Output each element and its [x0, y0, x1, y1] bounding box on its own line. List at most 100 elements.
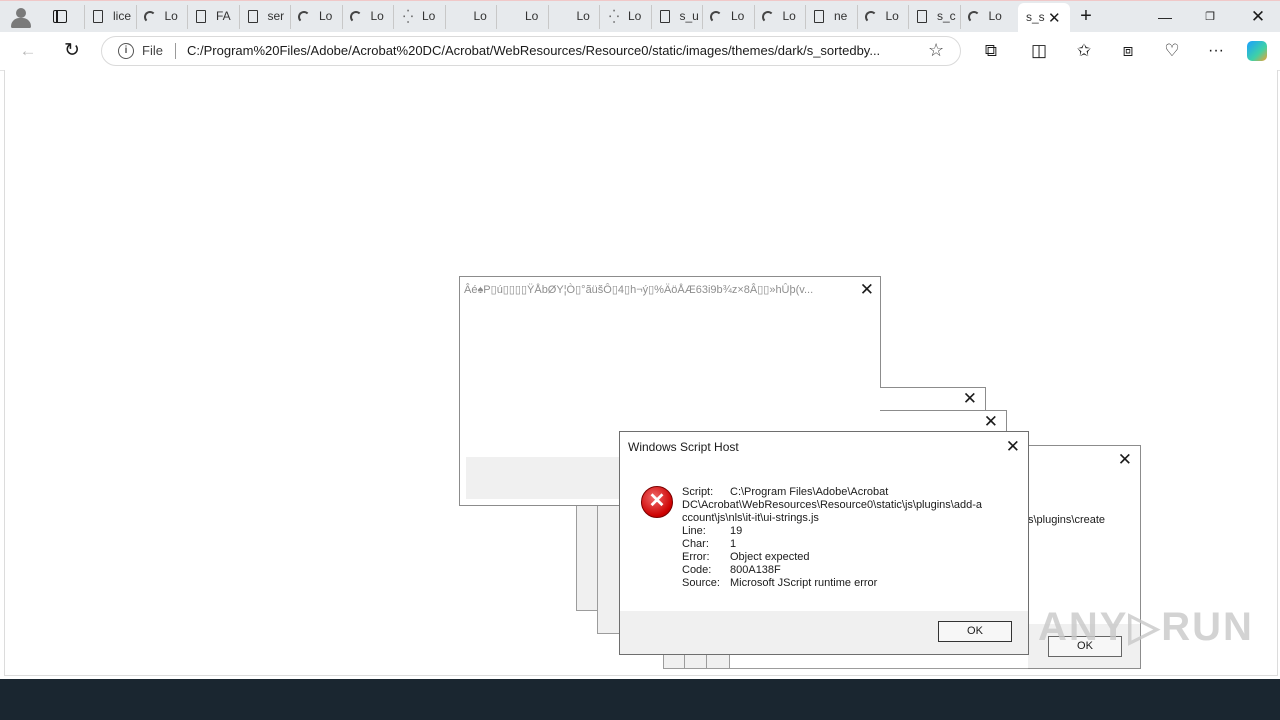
tab-label: Lo	[731, 9, 745, 23]
dialog-title: Windows Script Host	[628, 440, 739, 454]
tab-label: ser	[267, 9, 285, 23]
row-value: 19	[730, 525, 743, 537]
page-icon	[247, 10, 258, 23]
tab-item[interactable]: FA	[187, 5, 239, 29]
favorites-icon[interactable]: ✩	[1072, 40, 1096, 62]
tab-label: Lo	[885, 9, 899, 23]
loading-icon	[143, 11, 156, 23]
address-bar[interactable]: i File C:/Program%20Files/Adobe/Acrobat%…	[101, 36, 961, 66]
tab-item[interactable]: ⁛ Lo	[393, 5, 445, 29]
taskbar	[0, 679, 1280, 720]
loading-icon: ⁛	[608, 9, 620, 24]
tab-label: Lo	[370, 9, 384, 23]
loading-icon	[761, 11, 774, 23]
new-tab-plus-icon[interactable]: +	[1074, 5, 1098, 29]
garbled-dialog-title: Âé♠P▯ú▯▯▯▯ŸÅbØY¦Ò▯°ãüš̌Ô▯4▯h¬ý▯%ÄöÅÆ63i9…	[464, 284, 814, 296]
error-row-script-continued: DC\Acrobat\WebResources\Resource0\static…	[682, 499, 982, 512]
tab-item[interactable]: ser	[238, 5, 291, 29]
row-value: Microsoft JScript runtime error	[730, 577, 878, 589]
loading-icon	[710, 11, 722, 23]
tab-label: s_c	[937, 9, 956, 23]
profile-avatar-icon[interactable]	[8, 5, 34, 29]
tab-item[interactable]: Lo	[959, 5, 1012, 29]
script-path-line-2: DC\Acrobat\WebResources\Resource0\static…	[682, 499, 982, 511]
close-icon[interactable]: ✕	[1118, 451, 1132, 469]
loading-icon	[555, 9, 571, 25]
tab-item[interactable]: Lo	[135, 5, 188, 29]
error-icon: ✕	[641, 486, 673, 518]
info-icon[interactable]: i	[118, 43, 134, 59]
tab-item[interactable]: ⁛ Lo	[599, 5, 651, 29]
script-path-line-3: ccount\js\nls\it-it\ui-strings.js	[682, 512, 819, 524]
tab-actions-icon[interactable]	[46, 7, 74, 27]
row-value: C:\Program Files\Adobe\Acrobat	[730, 486, 889, 498]
script-path-fragment: s\plugins\create	[1028, 514, 1106, 526]
minimize-icon[interactable]: —	[1150, 5, 1180, 29]
script-host-error-dialog: Windows Script Host ✕ ✕ Script: C:\Progr…	[619, 431, 1029, 655]
tab-label: s_s	[1026, 10, 1045, 24]
window-close-icon[interactable]: ✕	[1243, 5, 1273, 29]
tab-label: Lo	[525, 9, 539, 23]
tab-label: Lo	[164, 9, 178, 23]
page-icon	[659, 10, 670, 23]
tab-item[interactable]: s_c	[908, 5, 960, 29]
tab-item[interactable]: Lo	[547, 5, 600, 29]
row-key: Line:	[682, 525, 706, 537]
tab-label: Lo	[782, 9, 796, 23]
tab-item[interactable]: Lo	[753, 5, 806, 29]
tab-label: Lo	[988, 9, 1002, 23]
tab-active[interactable]: s_s ✕	[1018, 3, 1070, 33]
tab-label: lice	[113, 9, 132, 23]
browser-toolbar: ← ↻ i File C:/Program%20Files/Adobe/Acro…	[0, 32, 1280, 71]
tab-item[interactable]: Lo	[341, 5, 394, 29]
close-icon[interactable]: ✕	[1006, 438, 1020, 456]
tab-item[interactable]: Lo	[496, 5, 548, 29]
address-url[interactable]: C:/Program%20Files/Adobe/Acrobat%20DC/Ac…	[187, 43, 880, 58]
copilot-icon[interactable]	[1245, 40, 1269, 62]
anyrun-watermark: ANY▷RUN	[1038, 605, 1254, 649]
tab-label: Lo	[628, 9, 642, 23]
row-key: Source:	[682, 577, 720, 589]
address-scheme: File	[142, 43, 163, 58]
ok-button[interactable]: OK	[938, 621, 1012, 642]
favorite-star-icon[interactable]: ☆	[928, 40, 944, 61]
back-arrow-icon[interactable]: ←	[16, 40, 40, 62]
tab-item[interactable]: Lo	[702, 5, 754, 29]
close-icon[interactable]: ✕	[963, 390, 977, 408]
tab-item[interactable]: s_u	[650, 5, 703, 29]
collections-icon[interactable]: ⧈	[1116, 40, 1140, 62]
tab-item[interactable]: Lo	[290, 5, 342, 29]
tab-item[interactable]: lice	[84, 5, 136, 29]
page-icon	[196, 10, 206, 23]
loading-icon	[349, 11, 362, 23]
row-value: Object expected	[730, 551, 810, 563]
close-icon[interactable]: ✕	[984, 413, 998, 431]
tab-item[interactable]: ne	[805, 5, 857, 29]
extensions-puzzle-icon[interactable]: ⧉	[979, 40, 1003, 62]
tab-label: Lo	[319, 9, 333, 23]
background-dialog-panel	[597, 505, 621, 634]
more-menu-icon[interactable]: ···	[1204, 40, 1228, 62]
tab-close-icon[interactable]: ✕	[1048, 9, 1061, 27]
row-key: Script:	[682, 486, 714, 498]
tab-label: FA	[216, 9, 231, 23]
loading-icon: ⁛	[402, 9, 414, 24]
page-icon	[917, 10, 927, 23]
row-value: 1	[730, 538, 737, 550]
tab-label: Lo	[473, 9, 487, 23]
tab-item[interactable]: Lo	[444, 5, 497, 29]
tab-label: s_u	[679, 9, 699, 23]
tab-label: Lo	[422, 9, 436, 23]
tab-strip: lice Lo FA ser Lo Lo ⁛ Lo Lo Lo Lo ⁛ Lo s_u Lo Lo ne Lo s_…	[0, 0, 1280, 33]
tab-label: ne	[834, 9, 848, 23]
loading-icon	[298, 11, 310, 23]
error-row-script-continued: ccount\js\nls\it-it\ui-strings.js	[682, 512, 819, 525]
close-icon[interactable]: ✕	[860, 281, 874, 299]
loading-icon	[503, 9, 519, 25]
restore-icon[interactable]: ❐	[1195, 5, 1225, 29]
reload-icon[interactable]: ↻	[60, 40, 84, 62]
loading-icon	[452, 9, 468, 25]
tab-item[interactable]: Lo	[856, 5, 909, 29]
split-screen-icon[interactable]: ◫	[1027, 40, 1051, 62]
browser-essentials-heart-icon[interactable]: ♡	[1160, 40, 1184, 62]
